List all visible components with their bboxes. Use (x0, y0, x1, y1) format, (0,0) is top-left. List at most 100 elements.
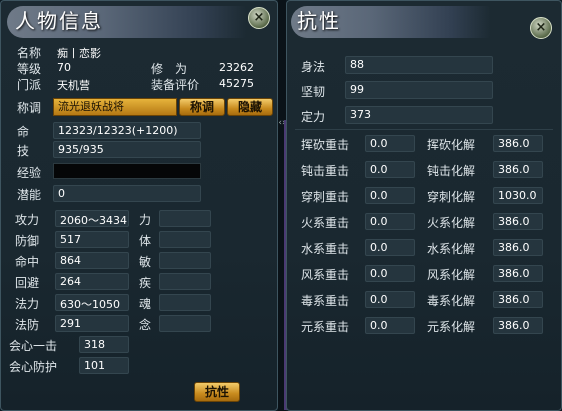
crit-type-label: 水系重击 (301, 242, 350, 256)
hp-value: 12323/12323(+1200) (58, 124, 178, 137)
crit-type-value: 0.0 (370, 189, 388, 202)
resist-type-field: 386.0 (493, 317, 543, 334)
constitution-field (159, 231, 211, 248)
focus-label: 定力 (301, 110, 326, 124)
crit-type-field: 0.0 (365, 135, 415, 152)
crit-defense-field: 101 (79, 357, 129, 374)
cultivation-value: 23262 (219, 61, 254, 74)
attack-field: 2060～3434 (55, 210, 129, 227)
crit-type-label: 风系重击 (301, 268, 350, 282)
accuracy-field: 864 (55, 252, 129, 269)
resist-type-value: 1030.0 (498, 189, 537, 202)
resist-panel-title: 抗性 (297, 9, 341, 33)
crit-defense-label: 会心防护 (9, 360, 58, 374)
resist-type-label: 钝击化解 (427, 164, 476, 178)
crit-type-label: 穿刺重击 (301, 190, 350, 204)
mp-field: 935/935 (53, 141, 201, 158)
resist-type-label: 穿刺化解 (427, 190, 476, 204)
hide-title-button[interactable]: 隐藏 (227, 98, 273, 116)
magic-attack-label: 法力 (15, 297, 40, 311)
strength-label: 力 (139, 213, 152, 227)
mind-label: 念 (139, 318, 152, 332)
crit-type-field: 0.0 (365, 265, 415, 282)
equip-score-label: 装备评价 (151, 78, 200, 92)
title-label: 称调 (17, 101, 42, 115)
title-select[interactable]: 流光退妖战将 (53, 98, 177, 116)
focus-value: 373 (350, 108, 371, 121)
level-label: 等级 (17, 62, 42, 76)
resist-type-value: 386.0 (498, 163, 530, 176)
hp-label: 命 (17, 125, 30, 139)
evasion-field: 264 (55, 273, 129, 290)
potential-value: 0 (58, 187, 65, 200)
resistance-panel: 抗性 × 身法 88 坚韧 99 定力 373 挥砍重击 0.0 挥砍化解 386.0… (286, 0, 562, 411)
attack-label: 攻力 (15, 213, 40, 227)
resist-type-label: 挥砍化解 (427, 138, 476, 152)
resist-type-label: 元系化解 (427, 320, 476, 334)
toughness-field: 99 (345, 81, 493, 99)
resist-type-value: 386.0 (498, 319, 530, 332)
agility-stat-field: 88 (345, 56, 493, 74)
mp-label: 技 (17, 144, 30, 158)
set-title-button[interactable]: 称调 (179, 98, 225, 116)
evasion-value: 264 (60, 275, 81, 288)
agility-stat-value: 88 (350, 58, 364, 71)
crit-type-value: 0.0 (370, 267, 388, 280)
magic-defense-field: 291 (55, 315, 129, 332)
separator (295, 129, 553, 130)
magic-defense-value: 291 (60, 317, 81, 330)
agility-label: 敏 (139, 255, 152, 269)
agility-field (159, 252, 211, 269)
soul-label: 魂 (139, 297, 152, 311)
close-icon[interactable]: × (530, 17, 552, 39)
sect-value: 天机营 (57, 79, 90, 92)
exp-bar (53, 163, 201, 179)
resist-type-field: 386.0 (493, 135, 543, 152)
speed-field (159, 273, 211, 290)
resist-type-value: 386.0 (498, 241, 530, 254)
crit-type-label: 元系重击 (301, 320, 350, 334)
potential-field: 0 (53, 185, 201, 202)
crit-type-label: 毒系重击 (301, 294, 350, 308)
resist-type-field: 386.0 (493, 161, 543, 178)
strength-field (159, 210, 211, 227)
focus-field: 373 (345, 106, 493, 124)
resist-type-value: 386.0 (498, 215, 530, 228)
accuracy-value: 864 (60, 254, 81, 267)
soul-field (159, 294, 211, 311)
crit-type-value: 0.0 (370, 319, 388, 332)
resist-type-value: 386.0 (498, 293, 530, 306)
toughness-value: 99 (350, 83, 364, 96)
cultivation-label: 修 为 (151, 62, 188, 76)
magic-defense-label: 法防 (15, 318, 40, 332)
mind-field (159, 315, 211, 332)
crit-defense-value: 101 (84, 359, 105, 372)
hp-field: 12323/12323(+1200) (53, 122, 201, 139)
crit-type-label: 挥砍重击 (301, 138, 350, 152)
name-value: 痴丨恋影 (57, 47, 101, 60)
crit-field: 318 (79, 336, 129, 353)
resistance-button[interactable]: 抗性 (194, 382, 240, 402)
potential-label: 潜能 (17, 188, 42, 202)
defense-value: 517 (60, 233, 81, 246)
crit-type-value: 0.0 (370, 215, 388, 228)
crit-type-label: 钝击重击 (301, 164, 350, 178)
resist-type-label: 火系化解 (427, 216, 476, 230)
defense-label: 防御 (15, 234, 40, 248)
crit-type-value: 0.0 (370, 241, 388, 254)
close-icon[interactable]: × (248, 7, 270, 29)
crit-type-value: 0.0 (370, 137, 388, 150)
magic-attack-value: 630～1050 (60, 298, 120, 311)
resist-type-field: 386.0 (493, 291, 543, 308)
magic-attack-field: 630～1050 (55, 294, 129, 311)
crit-type-field: 0.0 (365, 187, 415, 204)
resist-type-field: 386.0 (493, 239, 543, 256)
mp-value: 935/935 (58, 143, 104, 156)
attack-value: 2060～3434 (60, 214, 127, 227)
crit-type-label: 火系重击 (301, 216, 350, 230)
crit-type-field: 0.0 (365, 213, 415, 230)
crit-type-value: 0.0 (370, 293, 388, 306)
constitution-label: 体 (139, 234, 152, 248)
crit-value: 318 (84, 338, 105, 351)
speed-label: 疾 (139, 276, 152, 290)
